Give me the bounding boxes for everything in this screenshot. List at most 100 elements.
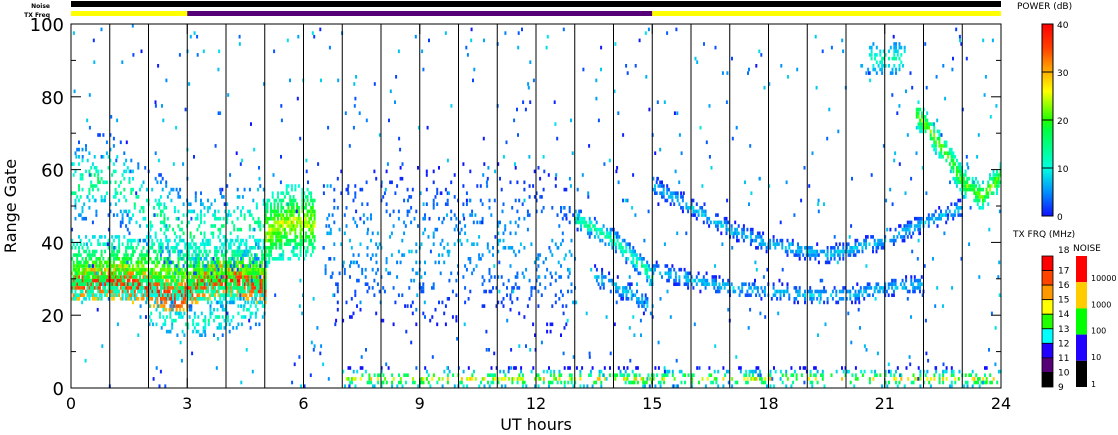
echo-cell	[179, 315, 182, 319]
echo-cell	[376, 282, 379, 286]
echo-cell	[462, 184, 465, 188]
echo-cell	[123, 275, 126, 279]
echo-cell	[90, 278, 93, 283]
echo-cell	[891, 286, 894, 290]
echo-cell	[959, 187, 962, 192]
echo-cell	[313, 198, 316, 203]
echo-cell	[194, 260, 197, 265]
echo-cell	[565, 304, 568, 308]
echo-cell	[151, 187, 154, 192]
echo-cell	[118, 198, 121, 203]
echo-cell	[624, 369, 627, 374]
echo-cell	[868, 380, 871, 385]
echo-cell	[161, 246, 164, 250]
echo-cell	[945, 209, 948, 214]
echo-cell	[877, 282, 880, 286]
echo-cell	[469, 213, 472, 217]
echo-cell	[97, 286, 100, 290]
echo-cell	[100, 195, 103, 199]
echo-cell	[413, 380, 416, 385]
echo-cell	[207, 267, 209, 272]
echo-cell	[889, 369, 892, 374]
echo-cell	[97, 169, 100, 174]
echo-cell	[978, 195, 981, 199]
echo-cell	[667, 195, 670, 199]
echo-cell	[336, 176, 339, 181]
echo-cell	[255, 264, 258, 268]
echo-cell	[245, 282, 248, 286]
echo-cell	[292, 238, 295, 243]
echo-cell	[924, 115, 927, 119]
echo-cell	[200, 231, 202, 236]
echo-cell	[133, 238, 136, 243]
echo-cell	[615, 286, 617, 290]
echo-cell	[730, 224, 733, 228]
echo-cell	[329, 227, 332, 232]
echo-cell	[432, 373, 435, 377]
echo-cell	[121, 260, 124, 265]
echo-cell	[197, 322, 200, 327]
echo-cell	[111, 246, 114, 250]
echo-cell	[570, 377, 573, 381]
echo-cell	[838, 249, 841, 254]
echo-cell	[920, 216, 923, 221]
echo-cell	[248, 227, 251, 232]
echo-cell	[241, 195, 244, 199]
echo-cell	[431, 377, 434, 381]
echo-cell	[352, 216, 355, 221]
echo-cell	[135, 195, 138, 199]
echo-cell	[121, 242, 124, 246]
echo-cell	[130, 260, 133, 265]
echo-cell	[112, 275, 115, 279]
echo-cell	[252, 216, 255, 221]
echo-cell	[959, 173, 962, 177]
echo-cell	[112, 297, 115, 301]
echo-cell	[351, 380, 353, 385]
echo-cell	[544, 286, 547, 290]
echo-cell	[399, 380, 402, 385]
echo-cell	[100, 235, 103, 239]
echo-cell	[514, 231, 517, 236]
echo-cell	[190, 307, 193, 312]
echo-cell	[347, 184, 350, 188]
echo-cell	[791, 242, 794, 246]
echo-cell	[95, 169, 98, 174]
echo-cell	[121, 278, 124, 283]
echo-cell	[666, 373, 669, 377]
echo-cell	[187, 246, 190, 250]
echo-cell	[781, 373, 784, 377]
echo-cell	[125, 264, 128, 268]
echo-cell	[748, 369, 751, 374]
echo-cell	[268, 216, 271, 221]
echo-cell	[945, 220, 948, 225]
echo-cell	[950, 151, 953, 155]
echo-cell	[180, 304, 183, 308]
echo-cell	[166, 264, 169, 268]
echo-cell	[239, 297, 242, 301]
echo-cell	[104, 293, 107, 297]
echo-cell	[898, 231, 901, 236]
echo-cell	[357, 264, 360, 268]
echo-cell	[177, 191, 180, 195]
echo-cell	[865, 238, 867, 243]
echo-cell	[78, 293, 80, 297]
echo-cell	[467, 297, 470, 301]
echo-cell	[894, 282, 897, 286]
echo-cell	[219, 271, 222, 276]
echo-cell	[168, 264, 171, 268]
echo-cell	[119, 220, 122, 225]
echo-cell	[478, 253, 481, 257]
echo-cell	[921, 111, 923, 115]
echo-cell	[72, 264, 75, 268]
echo-cell	[121, 220, 124, 225]
echo-cell	[95, 278, 98, 283]
echo-cell	[723, 216, 726, 221]
echo-cell	[85, 235, 87, 239]
echo-cell	[333, 198, 336, 203]
echo-cell	[919, 282, 921, 286]
echo-cell	[121, 173, 124, 177]
echo-cell	[90, 264, 93, 268]
echo-cell	[105, 140, 108, 145]
echo-cell	[118, 249, 121, 254]
echo-cell	[79, 264, 82, 268]
